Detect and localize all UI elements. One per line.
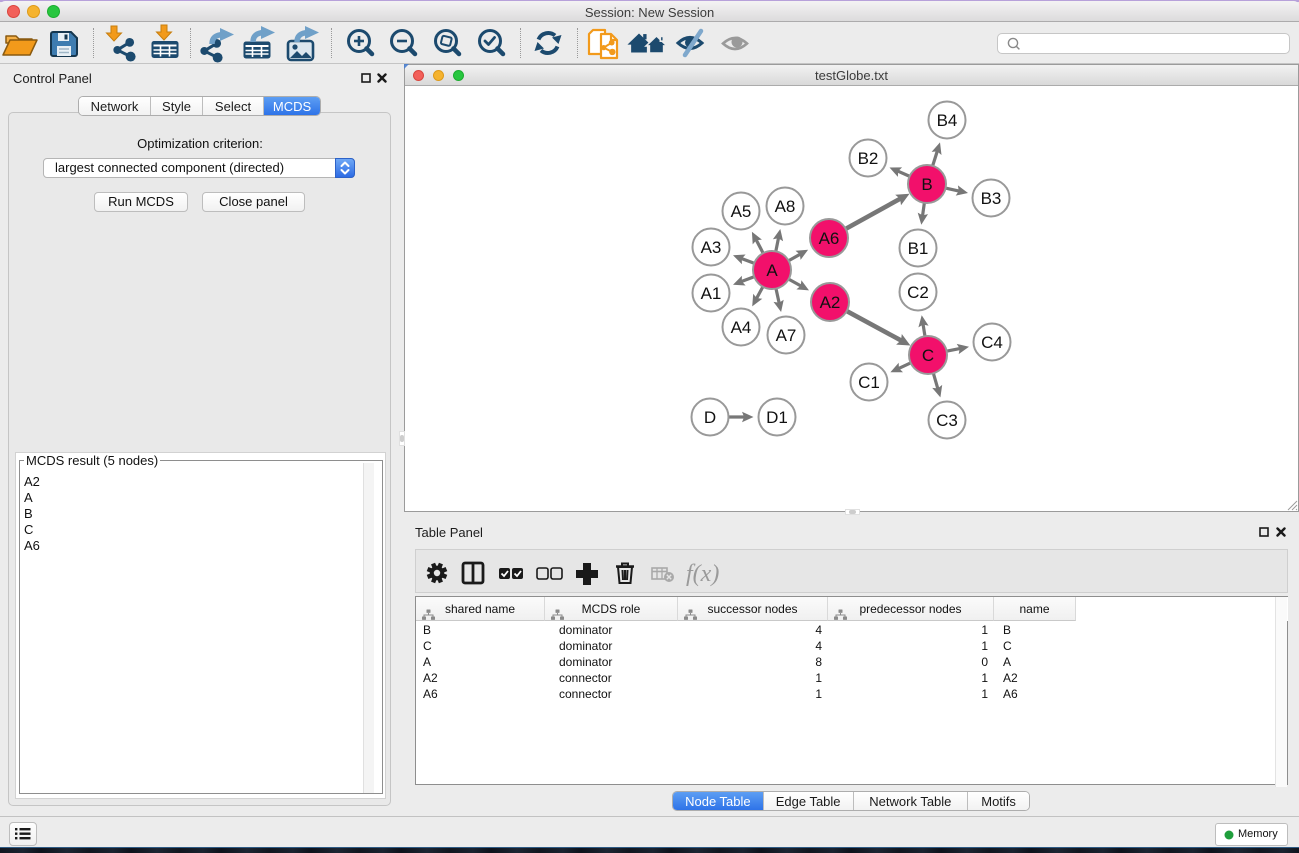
svg-text:A: A xyxy=(766,261,778,280)
svg-text:C4: C4 xyxy=(981,333,1003,352)
svg-text:A3: A3 xyxy=(701,238,722,257)
svg-text:A5: A5 xyxy=(731,202,752,221)
svg-text:B4: B4 xyxy=(937,111,958,130)
svg-text:D: D xyxy=(704,408,716,427)
svg-text:C2: C2 xyxy=(907,283,929,302)
svg-text:A1: A1 xyxy=(701,284,722,303)
svg-text:A2: A2 xyxy=(820,293,841,312)
svg-text:C1: C1 xyxy=(858,373,880,392)
svg-text:B2: B2 xyxy=(858,149,879,168)
svg-text:A6: A6 xyxy=(819,229,840,248)
svg-text:C: C xyxy=(922,346,934,365)
svg-text:f(x): f(x) xyxy=(686,561,719,587)
svg-text:A4: A4 xyxy=(731,318,752,337)
svg-text:D1: D1 xyxy=(766,408,788,427)
svg-text:B3: B3 xyxy=(981,189,1002,208)
svg-text:B: B xyxy=(921,175,932,194)
svg-text:A7: A7 xyxy=(776,326,797,345)
svg-text:C3: C3 xyxy=(936,411,958,430)
svg-text:A8: A8 xyxy=(775,197,796,216)
svg-text:B1: B1 xyxy=(908,239,929,258)
